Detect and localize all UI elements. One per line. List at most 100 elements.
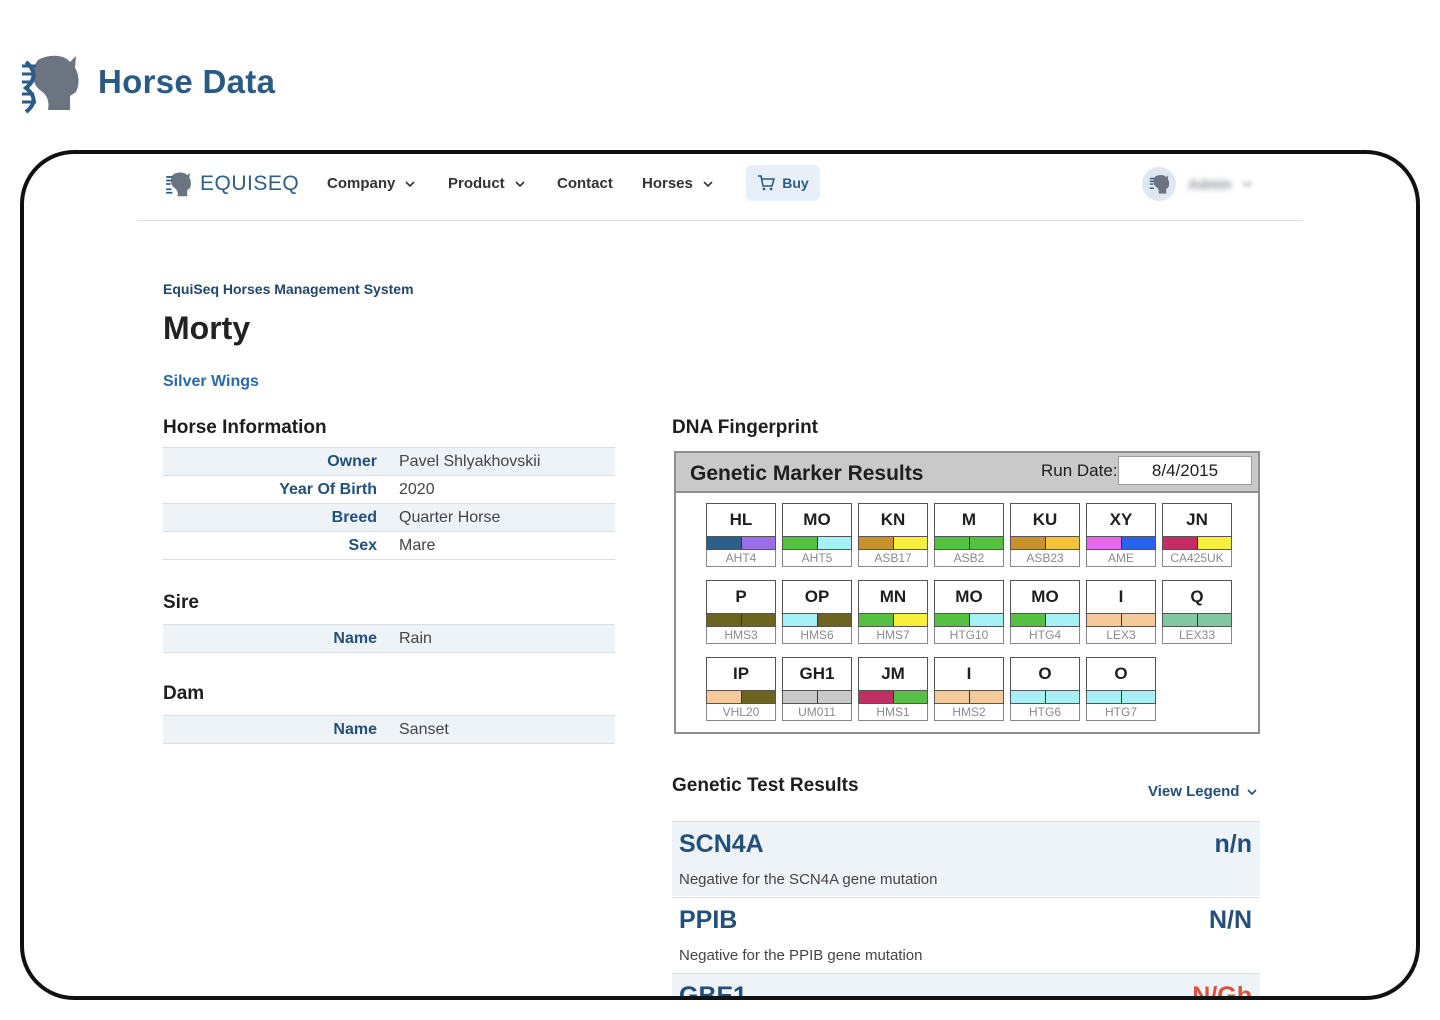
gene-description: Negative for the SCN4A gene mutation (679, 871, 938, 888)
buy-label: Buy (782, 175, 809, 191)
run-date-value: 8/4/2015 (1118, 456, 1252, 485)
marker-cell: XY AME (1086, 503, 1156, 567)
marker-allele: I (934, 657, 1004, 690)
marker-color-bar (1162, 536, 1232, 550)
fingerprint-header: Genetic Marker Results Run Date: 8/4/201… (676, 453, 1258, 493)
marker-locus: HTG7 (1086, 704, 1156, 721)
info-value: Pavel Shlyakhovskii (399, 447, 615, 476)
marker-color-swatch (1087, 537, 1121, 549)
view-legend-toggle[interactable]: View Legend (1148, 783, 1257, 800)
marker-color-swatch (707, 691, 741, 703)
marker-color-bar (1086, 690, 1156, 704)
dam-value[interactable]: Sanset (399, 715, 615, 744)
marker-color-swatch (935, 537, 969, 549)
marker-color-swatch (1044, 614, 1079, 626)
marker-color-swatch (892, 537, 927, 549)
marker-cell: Q LEX33 (1162, 580, 1232, 644)
marker-cell: MO HTG4 (1010, 580, 1080, 644)
marker-color-swatch (1163, 614, 1197, 626)
marker-allele: JM (858, 657, 928, 690)
marker-color-swatch (707, 537, 741, 549)
marker-allele: MO (934, 580, 1004, 613)
nav-product[interactable]: Product (448, 175, 525, 192)
marker-color-swatch (892, 691, 927, 703)
sire-row-name: Name Rain (163, 624, 615, 653)
marker-color-bar (858, 536, 928, 550)
gene-result-row[interactable]: SCN4A n/n Negative for the SCN4A gene mu… (672, 821, 1260, 896)
sire-label: Name (163, 624, 399, 653)
marker-locus: AME (1086, 550, 1156, 567)
dam-label: Name (163, 715, 399, 744)
info-label: Breed (163, 503, 399, 532)
nav-contact-label: Contact (557, 175, 613, 192)
marker-allele: OP (782, 580, 852, 613)
gene-result-row[interactable]: GBE1 N/Gb (672, 973, 1260, 1000)
breadcrumb[interactable]: EquiSeq Horses Management System (163, 281, 414, 297)
marker-color-swatch (859, 691, 893, 703)
marker-locus: CA425UK (1162, 550, 1232, 567)
marker-locus: AHT4 (706, 550, 776, 567)
marker-locus: HTG4 (1010, 627, 1080, 644)
horse-name-title: Morty (163, 310, 251, 346)
nav-contact[interactable]: Contact (557, 175, 613, 192)
marker-color-swatch (935, 614, 969, 626)
marker-color-swatch (1087, 691, 1121, 703)
info-value: Quarter Horse (399, 503, 615, 532)
gene-name: PPIB (679, 906, 738, 934)
gene-name: GBE1 (679, 982, 748, 1000)
gene-result: N/N (1208, 906, 1252, 934)
brand-name: EQUISEQ (200, 172, 300, 195)
view-legend-label: View Legend (1148, 783, 1240, 800)
marker-color-swatch (816, 691, 851, 703)
marker-color-bar (934, 536, 1004, 550)
sire-heading: Sire (163, 592, 199, 613)
marker-allele: KU (1010, 503, 1080, 536)
cart-icon (758, 175, 776, 191)
sire-value[interactable]: Rain (399, 624, 615, 653)
marker-color-bar (1086, 613, 1156, 627)
marker-allele: O (1086, 657, 1156, 690)
marker-color-swatch (1011, 691, 1045, 703)
marker-color-bar (782, 613, 852, 627)
info-label: Owner (163, 447, 399, 476)
fingerprint-title: Genetic Marker Results (690, 462, 924, 485)
marker-color-bar (1010, 613, 1080, 627)
marker-cell: P HMS3 (706, 580, 776, 644)
chevron-down-icon (515, 180, 525, 187)
nav-horses[interactable]: Horses (642, 175, 713, 192)
marker-color-swatch (740, 691, 775, 703)
avatar (1142, 167, 1176, 201)
marker-locus: HTG6 (1010, 704, 1080, 721)
marker-cell: I LEX3 (1086, 580, 1156, 644)
chevron-down-icon (703, 180, 713, 187)
marker-color-swatch (968, 537, 1003, 549)
marker-color-swatch (1087, 614, 1121, 626)
marker-allele: GH1 (782, 657, 852, 690)
marker-color-swatch (1044, 537, 1079, 549)
nav-company-label: Company (327, 175, 396, 192)
marker-cell: KU ASB23 (1010, 503, 1080, 567)
marker-cell: I HMS2 (934, 657, 1004, 721)
marker-color-swatch (1120, 614, 1155, 626)
nav-company[interactable]: Company (327, 175, 415, 192)
marker-color-swatch (1196, 537, 1231, 549)
brand-logo[interactable]: EQUISEQ (164, 170, 299, 198)
marker-color-bar (858, 690, 928, 704)
gene-result-row[interactable]: PPIB N/N Negative for the PPIB gene muta… (672, 897, 1260, 972)
marker-cell: GH1 UM011 (782, 657, 852, 721)
marker-allele: Q (1162, 580, 1232, 613)
marker-locus: UM011 (782, 704, 852, 721)
marker-color-bar (706, 690, 776, 704)
marker-cell: KN ASB17 (858, 503, 928, 567)
marker-color-bar (706, 536, 776, 550)
marker-color-swatch (1011, 537, 1045, 549)
marker-allele: KN (858, 503, 928, 536)
marker-allele: I (1086, 580, 1156, 613)
marker-color-swatch (783, 614, 817, 626)
user-menu[interactable]: Admin (1142, 167, 1252, 201)
marker-color-bar (1010, 536, 1080, 550)
info-row-sex: Sex Mare (163, 531, 615, 560)
horse-dna-logo-icon (22, 55, 79, 114)
marker-allele: HL (706, 503, 776, 536)
buy-button[interactable]: Buy (746, 165, 820, 201)
